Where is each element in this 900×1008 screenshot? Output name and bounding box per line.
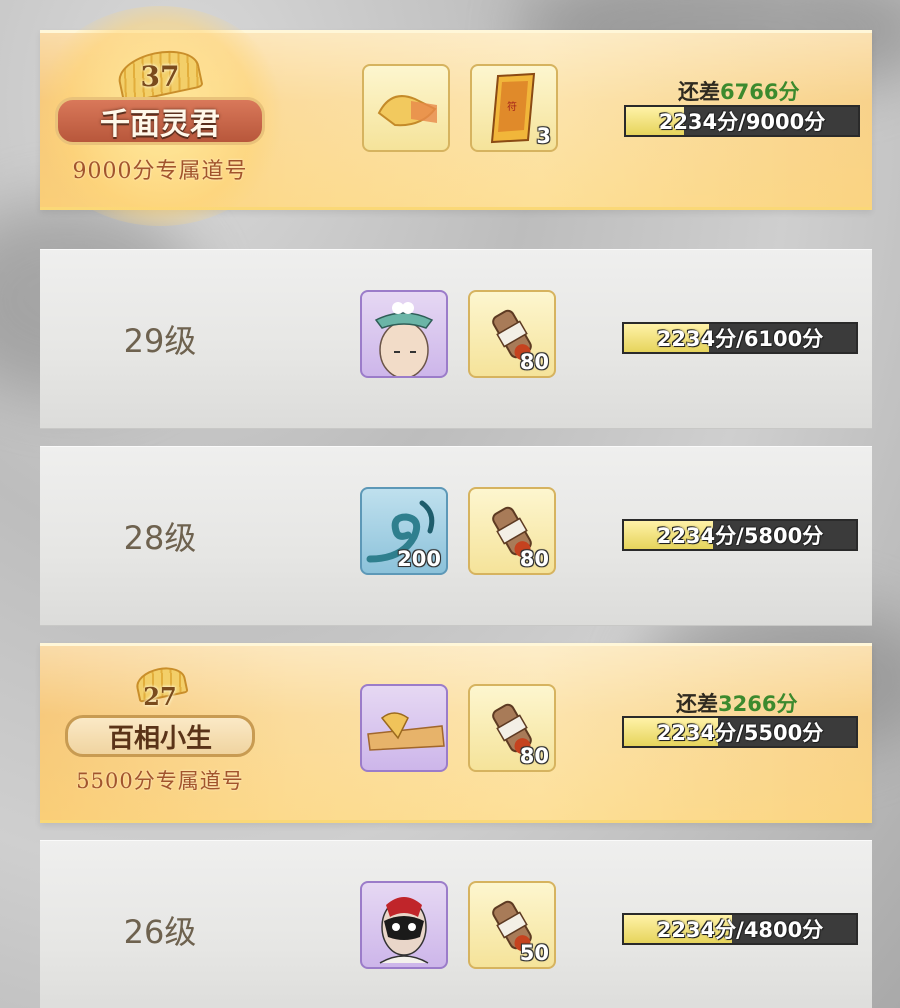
points-remaining-text: 还差3266分	[676, 688, 797, 718]
folded-fan-icon	[362, 686, 446, 770]
progress-bar: 2234分/5800分	[622, 519, 858, 551]
reward-item-folded-fan[interactable]	[360, 684, 448, 772]
item-count: 80	[519, 744, 549, 768]
item-count: 80	[519, 547, 549, 571]
reward-item-scroll-bottle[interactable]: 50	[468, 881, 556, 969]
progress-text: 2234分/4800分	[656, 918, 824, 942]
level-label: 28级	[123, 519, 197, 557]
progress-bar: 2234分/4800分	[622, 913, 858, 945]
reward-item-opera-mask[interactable]	[360, 881, 448, 969]
item-count: 200	[397, 547, 441, 571]
title-subtitle: 9000分专属道号	[72, 159, 248, 184]
points-remaining-text: 还差6766分	[678, 76, 799, 106]
title-badge-37: 37 千面灵君 9000分专属道号	[30, 6, 290, 226]
reward-item-monk-avatar[interactable]	[360, 290, 448, 378]
title-name-plate: 千面灵君	[55, 97, 265, 145]
level-label: 29级	[123, 322, 197, 360]
diff-prefix: 还差	[678, 80, 720, 104]
diff-value: 3266	[718, 692, 777, 716]
monk-head-icon	[362, 292, 446, 376]
title-level-number: 37	[140, 60, 180, 93]
progress-bar: 2234分/9000分	[624, 105, 860, 137]
diff-value: 6766	[720, 80, 779, 104]
reward-item-golden-fan[interactable]	[362, 64, 450, 152]
item-count: 3	[536, 124, 551, 148]
progress-text: 2234分/5800分	[656, 524, 824, 548]
progress-text: 2234分/6100分	[656, 327, 824, 351]
diff-unit: 分	[776, 692, 798, 716]
reward-item-scroll-bottle[interactable]: 80	[468, 290, 556, 378]
golden-fan-icon	[364, 66, 448, 150]
diff-unit: 分	[778, 80, 800, 104]
svg-text:符: 符	[507, 100, 517, 113]
reward-item-wave-swirl[interactable]: 200	[360, 487, 448, 575]
progress-bar: 2234分/6100分	[622, 322, 858, 354]
opera-mask-icon	[362, 883, 446, 967]
reward-item-scroll-bottle[interactable]: 80	[468, 487, 556, 575]
progress-text: 2234分/9000分	[658, 110, 826, 134]
title-level-number: 27	[143, 682, 177, 711]
diff-prefix: 还差	[676, 692, 718, 716]
title-badge-27: 27 百相小生 5500分专属道号	[60, 662, 260, 812]
progress-bar: 2234分/5500分	[622, 716, 858, 748]
progress-text: 2234分/5500分	[656, 721, 824, 745]
item-count: 80	[519, 350, 549, 374]
title-name-plate: 百相小生	[65, 715, 255, 757]
item-count: 50	[519, 941, 549, 965]
level-label: 26级	[123, 913, 197, 951]
reward-item-talisman[interactable]: 符 3	[470, 64, 558, 152]
title-subtitle: 5500分专属道号	[76, 769, 244, 793]
reward-item-scroll-bottle[interactable]: 80	[468, 684, 556, 772]
